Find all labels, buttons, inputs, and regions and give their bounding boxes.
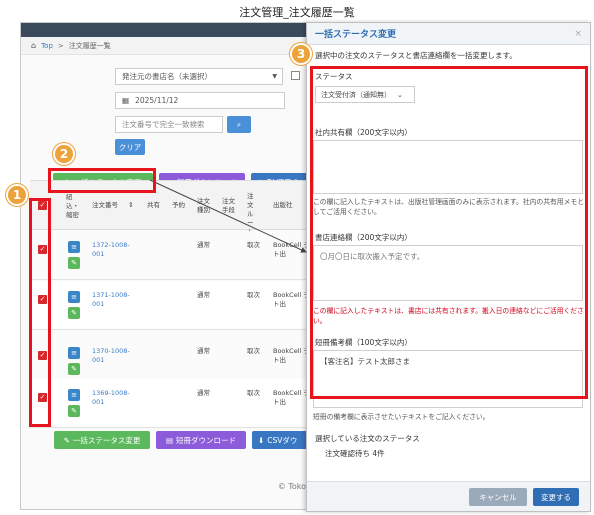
- step-badge-2: 2: [53, 143, 75, 165]
- pointer-arrow: [149, 179, 307, 253]
- step-badge-3: 3: [290, 43, 312, 65]
- step-badge-1: 1: [6, 184, 28, 206]
